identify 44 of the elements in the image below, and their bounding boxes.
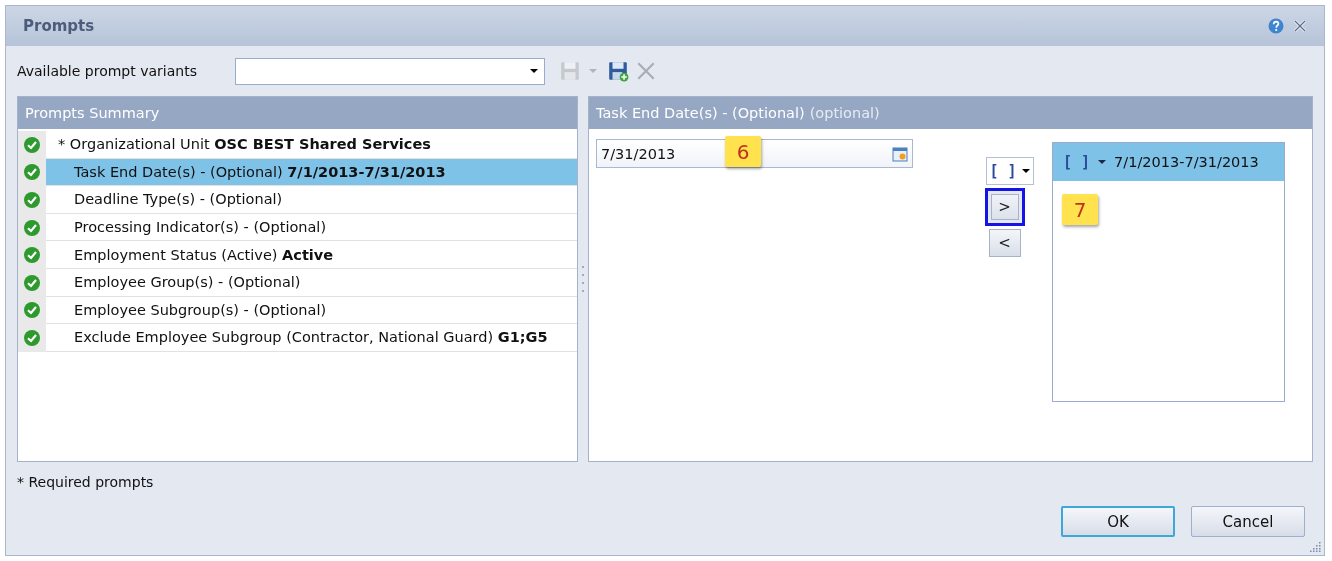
operator-dropdown[interactable]: [ ]	[985, 157, 1034, 185]
caret-icon	[530, 69, 538, 73]
callout-badge: 6	[725, 136, 761, 167]
save-as-icon[interactable]	[607, 60, 629, 82]
prompt-item[interactable]: Employee Subgroup(s) - (Optional)	[46, 296, 577, 325]
panel-title: Task End Date(s) - (Optional)	[596, 105, 805, 121]
check-icon	[24, 329, 40, 346]
prompt-item[interactable]: Employee Group(s) - (Optional)	[46, 268, 577, 297]
calendar-icon[interactable]	[892, 145, 908, 162]
optional-hint: (optional)	[809, 105, 880, 121]
check-icon	[24, 219, 40, 236]
footnote: * Required prompts	[17, 474, 155, 490]
cancel-button[interactable]: Cancel	[1191, 506, 1305, 537]
window-title: Prompts	[23, 17, 95, 35]
check-icon	[24, 274, 40, 291]
caret-icon	[1098, 160, 1107, 164]
date-field[interactable]: 7/31/2013 6	[596, 139, 913, 168]
prompt-variants-dropdown[interactable]	[235, 57, 545, 85]
prompt-item[interactable]: Deadline Type(s) - (Optional)	[46, 186, 577, 214]
add-button[interactable]: >	[984, 188, 1025, 226]
prompt-item[interactable]: Exclude Employee Subgroup (Contractor, National Guard) G1;G5	[46, 324, 577, 352]
check-icon	[24, 302, 40, 319]
save-icon[interactable]	[559, 60, 581, 82]
splitter-handle[interactable]	[581, 265, 585, 293]
prompt-item[interactable]: Task End Date(s) - (Optional) 7/1/2013-7/31/2013	[46, 158, 577, 187]
panel-title: Prompts Summary	[25, 105, 160, 121]
check-icon	[24, 192, 40, 208]
close-icon[interactable]	[1292, 18, 1308, 34]
field-label: Available prompt variants	[17, 63, 198, 79]
ok-button[interactable]: OK	[1061, 506, 1175, 537]
delete-icon[interactable]	[635, 60, 657, 82]
remove-button[interactable]: <	[988, 229, 1021, 257]
check-icon	[24, 136, 40, 153]
resize-grip-icon[interactable]	[1309, 540, 1321, 552]
prompt-item[interactable]: Employment Status (Active) Active	[46, 241, 577, 269]
prompt-item[interactable]: Processing Indicator(s) - (Optional)	[46, 213, 577, 242]
selected-value-item[interactable]: [ ] 7/1/2013-7/31/2013	[1053, 143, 1284, 181]
help-icon[interactable]	[1268, 18, 1284, 34]
check-icon	[24, 164, 40, 181]
caret-icon	[1021, 169, 1030, 173]
check-icon	[24, 247, 40, 264]
caret-icon[interactable]	[589, 69, 597, 73]
callout-badge: 7	[1062, 194, 1098, 225]
prompt-item[interactable]: * Organizational Unit OSC BEST Shared Services	[46, 131, 577, 159]
